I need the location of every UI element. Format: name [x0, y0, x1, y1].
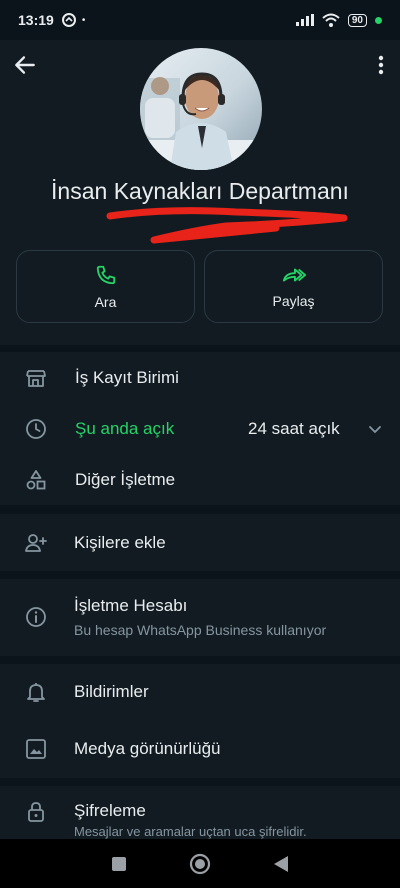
profile-name: İnsan Kaynakları Departmanı [51, 178, 349, 204]
bell-icon [27, 683, 45, 702]
status-dot: • [81, 14, 86, 26]
status-time: 13:19 [18, 12, 54, 28]
share-label: Paylaş [272, 292, 315, 309]
signal-icon [295, 14, 314, 26]
business-hours: 24 saat açık [248, 418, 340, 438]
other-business: Diğer İşletme [75, 469, 176, 489]
business-account-title: İşletme Hesabı [74, 596, 188, 615]
more-options-icon[interactable] [376, 52, 386, 78]
media-visibility-label: Medya görünürlüğü [74, 739, 221, 758]
phone-icon [96, 265, 115, 284]
business-account-subtitle: Bu hesap WhatsApp Business kullanıyor [74, 622, 327, 638]
add-person-icon [25, 533, 47, 552]
encryption-subtitle: Mesajlar ve aramalar uçtan uca şifrelidi… [74, 824, 307, 839]
call-label: Ara [94, 293, 117, 310]
status-bar: 13:19 • 90 [0, 0, 400, 40]
share-button[interactable]: Paylaş [204, 250, 383, 323]
business-account-section[interactable]: İşletme Hesabı Bu hesap WhatsApp Busines… [0, 579, 400, 656]
recent-apps-icon[interactable] [111, 856, 127, 872]
info-icon [26, 607, 46, 627]
business-info-section: İş Kayıt Birimi Şu anda açık 24 saat açı… [0, 352, 400, 505]
battery-icon: 90 [347, 13, 367, 27]
back-arrow-icon[interactable] [12, 52, 38, 78]
profile-avatar[interactable] [140, 48, 262, 170]
notifications-label: Bildirimler [74, 682, 149, 701]
share-forward-icon [282, 268, 306, 281]
business-category: İş Kayıt Birimi [75, 367, 179, 387]
avatar-image [140, 72, 262, 170]
encryption-section[interactable]: Şifreleme Mesajlar ve aramalar uçtan uca… [0, 786, 400, 839]
add-contact-label: Kişilere ekle [74, 532, 166, 552]
other-business-row: Diğer İşletme [0, 454, 400, 505]
store-icon [26, 369, 46, 387]
status-icons: 90 [295, 13, 382, 27]
system-nav-bar [0, 839, 400, 888]
shapes-icon [26, 469, 46, 489]
home-icon[interactable] [189, 853, 211, 875]
notifications-row[interactable]: Bildirimler [0, 664, 400, 720]
settings-section: Bildirimler Medya görünürlüğü [0, 664, 400, 778]
business-hours-row[interactable]: Şu anda açık 24 saat açık [0, 403, 400, 454]
privacy-indicator-icon [375, 16, 382, 24]
profile-header: İnsan Kaynakları Departmanı Ara Paylaş [0, 40, 400, 345]
chevron-down-icon[interactable] [366, 420, 384, 438]
call-button[interactable]: Ara [16, 250, 195, 323]
add-contact-section[interactable]: Kişilere ekle [0, 514, 400, 571]
wifi-icon [322, 13, 340, 27]
clock-icon [26, 418, 46, 439]
business-category-row: İş Kayıt Birimi [0, 352, 400, 403]
encryption-title: Şifreleme [74, 801, 146, 820]
media-visibility-row[interactable]: Medya görünürlüğü [0, 720, 400, 778]
add-contact-row[interactable]: Kişilere ekle [0, 514, 400, 571]
image-icon [26, 739, 46, 759]
back-triangle-icon[interactable] [273, 855, 289, 873]
lock-icon [28, 802, 44, 822]
redaction-scribble [106, 207, 348, 244]
open-status: Şu anda açık [75, 418, 175, 438]
app-notification-icon [61, 13, 76, 27]
